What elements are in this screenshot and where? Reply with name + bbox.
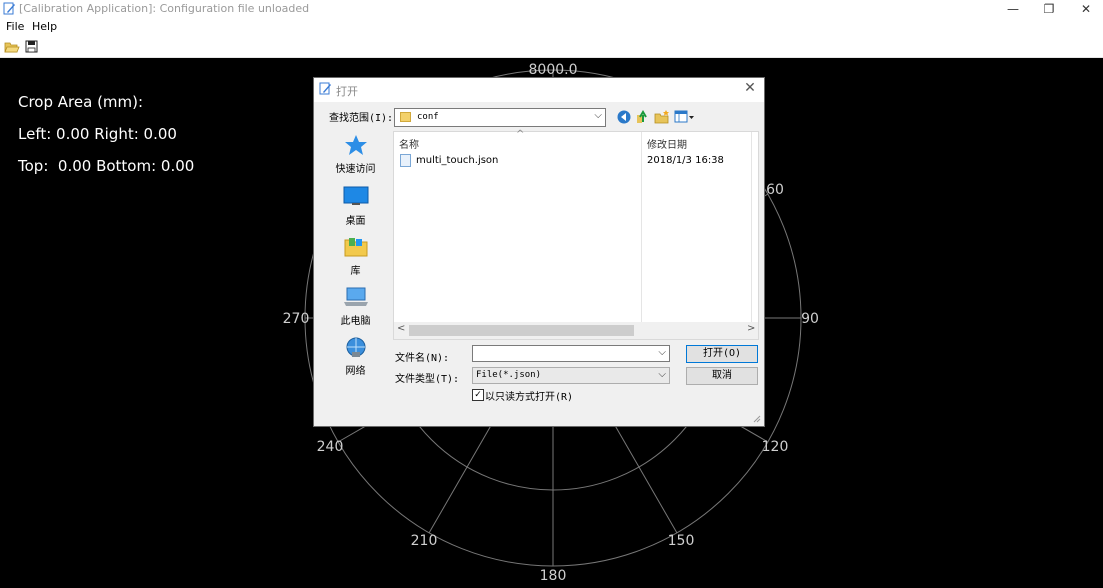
- up-folder-icon[interactable]: [635, 109, 651, 125]
- place-desktop[interactable]: 桌面: [318, 186, 393, 230]
- crop-left-right: Left: 0.00 Right: 0.00: [18, 125, 177, 143]
- filename-input[interactable]: ⌵: [472, 345, 670, 362]
- place-label: 快速访问: [335, 164, 376, 175]
- chevron-down-icon[interactable]: ⌵: [658, 347, 666, 358]
- filename-label: 文件名(N):: [395, 353, 450, 364]
- angle-label-90: 90: [801, 311, 819, 327]
- chevron-down-icon: ⌵: [658, 369, 666, 380]
- angle-label-60: 60: [766, 182, 784, 198]
- minimize-button[interactable]: —: [996, 0, 1030, 18]
- crop-top-bottom: Top: 0.00 Bottom: 0.00: [18, 157, 195, 175]
- scroll-left-icon[interactable]: <: [397, 323, 405, 334]
- angle-label-150: 150: [668, 533, 695, 549]
- readonly-label[interactable]: 以只读方式打开(R): [485, 388, 573, 403]
- filetype-value: File(*.json): [476, 370, 542, 380]
- new-folder-icon[interactable]: [654, 109, 670, 125]
- dialog-title: 打开: [336, 85, 358, 98]
- place-label: 桌面: [345, 216, 366, 227]
- scroll-right-icon[interactable]: >: [747, 323, 755, 334]
- back-icon[interactable]: [616, 109, 632, 125]
- scroll-thumb[interactable]: [409, 325, 634, 336]
- resize-grip-icon[interactable]: [752, 414, 761, 423]
- place-label: 此电脑: [340, 316, 371, 327]
- column-header-name[interactable]: 名称: [399, 136, 419, 151]
- file-list[interactable]: 名称 ^ 修改日期 multi_touch.json 2018/1/3 16:3…: [393, 129, 759, 340]
- app-pen-icon: [3, 2, 15, 15]
- network-icon: [346, 337, 365, 357]
- place-library[interactable]: 库: [318, 236, 393, 280]
- filetype-select[interactable]: File(*.json) ⌵: [472, 367, 670, 384]
- column-header-date[interactable]: 修改日期: [647, 136, 687, 151]
- place-label: 网络: [345, 366, 366, 377]
- place-quick-access[interactable]: 快速访问: [318, 134, 393, 178]
- dialog-title-bar: 打开 ✕: [314, 78, 764, 102]
- angle-label-210: 210: [411, 533, 438, 549]
- angle-label-180: 180: [540, 568, 567, 584]
- restore-button[interactable]: ❐: [1032, 0, 1066, 18]
- view-menu-icon[interactable]: [674, 109, 696, 125]
- column-divider[interactable]: [751, 132, 752, 322]
- quick-access-icon: [344, 135, 367, 155]
- menu-bar: File Help: [0, 18, 1103, 36]
- angle-label-270: 270: [283, 311, 310, 327]
- library-icon: [344, 238, 367, 257]
- places-bar: 快速访问 桌面 库 此电脑 网络: [318, 130, 393, 420]
- crop-area-title: Crop Area (mm):: [18, 93, 144, 111]
- angle-label-120: 120: [762, 439, 789, 455]
- open-file-dialog: 打开 ✕ 查找范围(I): conf ⌵ 快速访问 桌面 库 此电脑 网络 名称…: [313, 77, 765, 427]
- file-row[interactable]: multi_touch.json 2018/1/3 16:38: [400, 153, 740, 170]
- place-this-pc[interactable]: 此电脑: [318, 286, 393, 330]
- menu-file[interactable]: File: [6, 20, 24, 33]
- toolbar: [0, 36, 1103, 58]
- place-label: 库: [350, 266, 361, 277]
- filetype-label: 文件类型(T):: [395, 374, 460, 385]
- place-network[interactable]: 网络: [318, 336, 393, 380]
- json-file-icon: [400, 154, 411, 167]
- save-icon[interactable]: [24, 39, 40, 54]
- readonly-checkbox[interactable]: ✓: [472, 389, 484, 401]
- dialog-close-button[interactable]: ✕: [740, 80, 760, 96]
- folder-open-icon[interactable]: [4, 39, 20, 54]
- file-date: 2018/1/3 16:38: [647, 155, 724, 166]
- look-in-value: conf: [417, 112, 439, 122]
- sort-arrow-icon: ^: [516, 129, 525, 140]
- radius-label: 8000.0: [529, 62, 578, 78]
- angle-label-240: 240: [317, 439, 344, 455]
- this-pc-icon: [343, 287, 368, 306]
- file-name: multi_touch.json: [416, 155, 499, 166]
- desktop-icon: [343, 186, 368, 205]
- cancel-button[interactable]: 取消: [686, 367, 758, 385]
- menu-help[interactable]: Help: [32, 20, 57, 33]
- horizontal-scrollbar[interactable]: < >: [394, 322, 758, 339]
- title-bar: [Calibration Application]: Configuration…: [0, 0, 1103, 18]
- look-in-label: 查找范围(I):: [329, 113, 394, 124]
- folder-icon: [400, 112, 411, 122]
- open-button[interactable]: 打开(O): [686, 345, 758, 363]
- close-button[interactable]: ✕: [1069, 0, 1103, 18]
- window-title: [Calibration Application]: Configuration…: [19, 2, 310, 15]
- chevron-down-icon: ⌵: [594, 110, 602, 121]
- dialog-pen-icon: [319, 82, 331, 95]
- look-in-combo[interactable]: conf ⌵: [394, 108, 606, 127]
